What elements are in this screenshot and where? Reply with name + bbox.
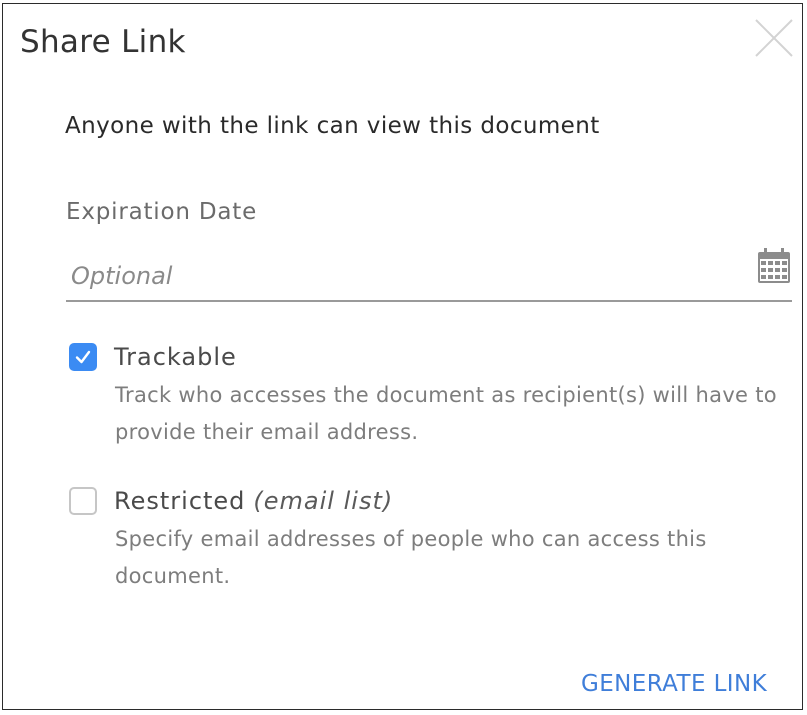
input-underline (751, 300, 792, 302)
calendar-icon (758, 248, 790, 283)
close-button[interactable] (753, 17, 795, 59)
generate-link-button[interactable]: GENERATE LINK (581, 671, 767, 697)
expiration-date-label: Expiration Date (66, 199, 258, 225)
trackable-description: Track who accesses the document as recip… (115, 383, 777, 444)
restricted-label-suffix: (email list) (253, 487, 394, 515)
restricted-label-group: Restricted (email list) (114, 487, 393, 515)
dialog-title: Share Link (20, 24, 186, 60)
restricted-option[interactable]: Restricted (email list) (69, 487, 393, 515)
restricted-description: Specify email addresses of people who ca… (115, 527, 707, 588)
restricted-label: Restricted (114, 487, 246, 515)
dialog-subtitle: Anyone with the link can view this docum… (65, 113, 600, 139)
close-icon (755, 19, 793, 57)
restricted-checkbox[interactable] (69, 487, 97, 515)
trackable-option[interactable]: Trackable (69, 343, 237, 371)
checkmark-icon (75, 350, 91, 364)
calendar-button[interactable] (757, 248, 791, 284)
trackable-label: Trackable (114, 343, 237, 371)
expiration-date-input[interactable] (66, 252, 751, 302)
trackable-checkbox[interactable] (69, 343, 97, 371)
